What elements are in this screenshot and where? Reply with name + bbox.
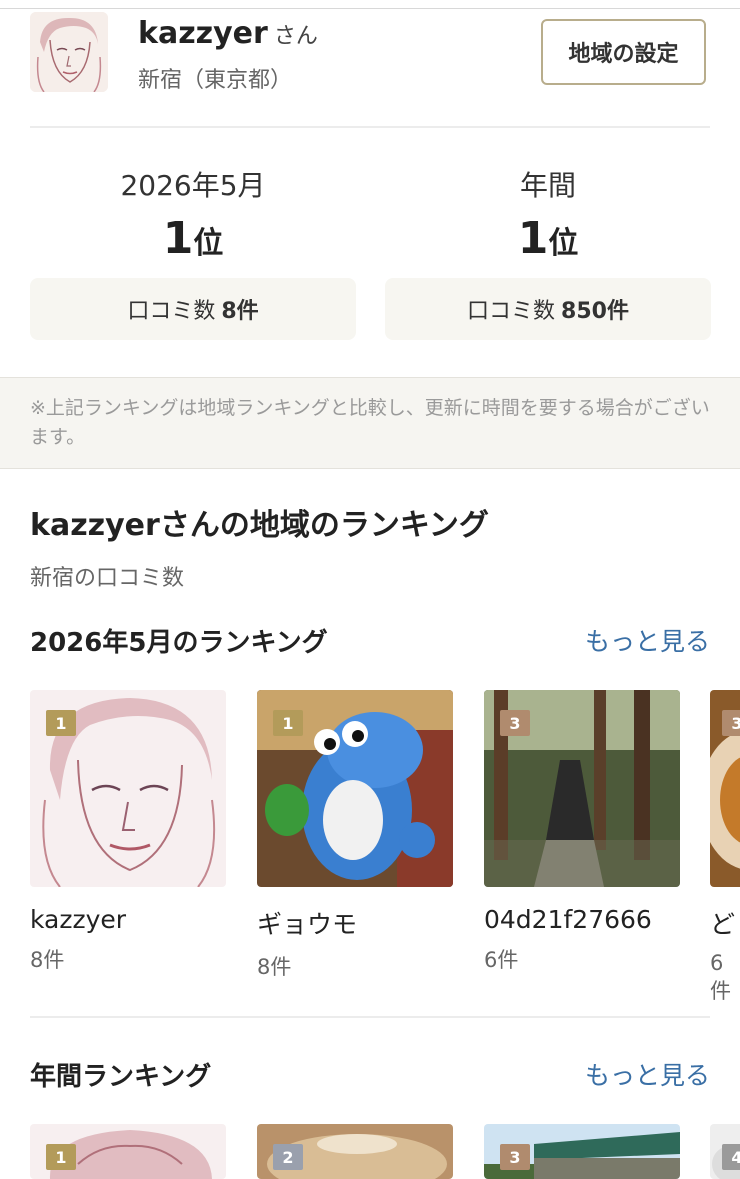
- user-thumbnail[interactable]: 2: [257, 1124, 453, 1179]
- rank-badge: 3: [722, 710, 740, 736]
- ranking-card[interactable]: 3 ど 6件: [710, 690, 740, 1005]
- monthly-rank-stat: 2026年5月 1位 口コミ数 8件: [30, 168, 356, 340]
- monthly-more-link[interactable]: もっと見る: [585, 622, 710, 658]
- ranking-card[interactable]: 3: [484, 1124, 680, 1179]
- monthly-ranking-heading: 2026年5月のランキング: [30, 628, 328, 658]
- user-thumbnail[interactable]: 3: [484, 690, 680, 887]
- rank-badge: 1: [46, 710, 76, 736]
- stat-rank: 1位: [385, 214, 711, 264]
- rank-badge: 3: [500, 710, 530, 736]
- ranking-card[interactable]: 1 ギョウモ 8件: [257, 690, 453, 981]
- ranking-card[interactable]: 4: [710, 1124, 740, 1179]
- stat-rank-number: 1: [517, 213, 549, 264]
- stat-review-count: 口コミ数 8件: [30, 278, 356, 340]
- user-thumbnail[interactable]: 1: [30, 690, 226, 887]
- section-subtitle: 新宿の口コミ数: [30, 566, 185, 591]
- user-area: 新宿（東京都）: [138, 68, 293, 93]
- count-value: 850件: [561, 299, 629, 324]
- count-label: 口コミ数: [127, 299, 216, 324]
- divider: [30, 1016, 710, 1018]
- ranking-user-count: 8件: [30, 948, 65, 972]
- ranking-user-count: 8件: [257, 955, 292, 979]
- annual-ranking-heading: 年間ランキング: [30, 1062, 212, 1092]
- ranking-user-name[interactable]: kazzyer: [30, 905, 226, 934]
- top-divider: [0, 8, 740, 9]
- section-title: kazzyerさんの地域のランキング: [30, 508, 489, 543]
- annual-rank-stat: 年間 1位 口コミ数 850件: [385, 168, 711, 340]
- count-value: 8件: [221, 299, 259, 324]
- ranking-note: ※上記ランキングは地域ランキングと比較し、更新に時間を要する場合がございます。: [0, 377, 740, 469]
- stat-period: 2026年5月: [120, 169, 266, 202]
- ranking-user-count: 6件: [484, 948, 519, 972]
- stat-rank-unit: 位: [193, 226, 224, 261]
- ranking-card[interactable]: 3 04d21f27666 6件: [484, 690, 680, 974]
- user-thumbnail[interactable]: 3: [484, 1124, 680, 1179]
- stat-rank-number: 1: [162, 213, 194, 264]
- ranking-user-name[interactable]: 04d21f27666: [484, 905, 680, 934]
- user-thumbnail[interactable]: 1: [30, 1124, 226, 1179]
- ranking-user-count: 6件: [710, 951, 731, 1003]
- username[interactable]: kazzyer: [138, 16, 268, 51]
- rank-badge: 1: [273, 710, 303, 736]
- user-thumbnail[interactable]: 3: [710, 690, 740, 887]
- honorific: さん: [273, 24, 318, 49]
- divider: [30, 126, 710, 128]
- annual-more-link[interactable]: もっと見る: [585, 1056, 710, 1092]
- stat-review-count: 口コミ数 850件: [385, 278, 711, 340]
- stat-rank: 1位: [30, 214, 356, 264]
- rank-badge: 4: [722, 1144, 740, 1170]
- rank-badge: 2: [273, 1144, 303, 1170]
- ranking-card[interactable]: 1 kazzyer 8件: [30, 690, 226, 974]
- stat-rank-unit: 位: [548, 226, 579, 261]
- username-row: kazzyer さん: [138, 16, 318, 51]
- profile-header: kazzyer さん 新宿（東京都） 地域の設定: [30, 12, 710, 98]
- rank-badge: 3: [500, 1144, 530, 1170]
- region-settings-button[interactable]: 地域の設定: [541, 19, 706, 85]
- ranking-card[interactable]: 2: [257, 1124, 453, 1179]
- ranking-user-name[interactable]: ギョウモ: [257, 905, 453, 941]
- count-label: 口コミ数: [467, 299, 556, 324]
- ranking-user-name[interactable]: ど: [710, 905, 740, 941]
- ranking-card[interactable]: 1: [30, 1124, 226, 1179]
- avatar[interactable]: [30, 12, 108, 92]
- rank-badge: 1: [46, 1144, 76, 1170]
- user-thumbnail[interactable]: 4: [710, 1124, 740, 1179]
- stat-period: 年間: [519, 169, 576, 202]
- user-thumbnail[interactable]: 1: [257, 690, 453, 887]
